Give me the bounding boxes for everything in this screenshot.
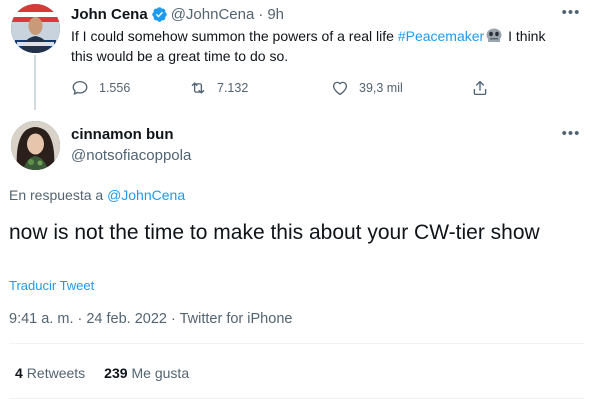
main-author-handle[interactable]: @notsofiacoppola: [71, 147, 191, 164]
retweets-label: Retweets: [26, 365, 86, 381]
alien-monster-emoji-icon: [486, 28, 502, 43]
like-button[interactable]: 39,3 mil: [331, 79, 403, 97]
main-author-name[interactable]: cinnamon bun: [71, 126, 174, 143]
share-button[interactable]: [471, 79, 499, 97]
likes-stat-link[interactable]: 239 Me gusta: [104, 365, 189, 381]
retweet-button[interactable]: 7.132: [189, 79, 248, 97]
parent-author-handle[interactable]: @JohnCena: [171, 6, 255, 23]
main-tweet-text: now is not the time to make this about y…: [9, 221, 540, 244]
reply-mention-link[interactable]: @JohnCena: [107, 187, 185, 203]
retweets-stat-link[interactable]: 4 Retweets: [15, 365, 85, 381]
heart-icon: [332, 81, 348, 96]
tweet-timestamp-source[interactable]: 9:41 a. m. · 24 feb. 2022 · Twitter for …: [9, 311, 292, 327]
tweet-stats: 4 Retweets 239 Me gusta: [15, 365, 189, 381]
peacemaker-hashtag-link[interactable]: #Peacemaker: [398, 28, 484, 44]
share-icon: [473, 80, 487, 96]
parent-text-before: If I could somehow summon the powers of …: [71, 28, 394, 44]
parent-tweet-text: If I could somehow summon the powers of …: [71, 26, 571, 66]
translate-tweet-link[interactable]: Traducir Tweet: [9, 278, 94, 293]
likes-count: 239: [104, 365, 128, 381]
parent-tweet-time[interactable]: 9h: [267, 6, 284, 23]
retweet-icon: [191, 82, 205, 94]
reply-prefix: En respuesta a: [9, 187, 104, 203]
tweet-thread: John Cena @JohnCena · 9h ••• If I could …: [0, 0, 594, 414]
john-cena-avatar[interactable]: [11, 4, 60, 53]
verified-badge-icon: [151, 6, 168, 23]
reply-count: 1.556: [99, 81, 131, 95]
more-options-icon[interactable]: •••: [560, 5, 582, 20]
divider: [9, 398, 584, 399]
thread-connector-line: [34, 55, 36, 110]
like-count: 39,3 mil: [359, 81, 403, 95]
retweet-count: 7.132: [217, 81, 249, 95]
likes-label: Me gusta: [131, 365, 190, 381]
separator-dot: ·: [258, 5, 264, 23]
parent-author-name[interactable]: John Cena: [71, 6, 148, 23]
reply-icon: [72, 80, 88, 95]
more-options-icon[interactable]: •••: [560, 126, 582, 141]
parent-tweet-header: John Cena @JohnCena · 9h: [71, 4, 284, 24]
parent-tweet-actions: 1.556 7.132 39,3 mil: [71, 79, 501, 101]
cinnamon-bun-avatar[interactable]: [11, 121, 60, 170]
reply-context: En respuesta a @JohnCena: [9, 187, 185, 203]
retweets-count: 4: [15, 365, 23, 381]
parent-tweet[interactable]: John Cena @JohnCena · 9h ••• If I could …: [0, 0, 594, 112]
reply-button[interactable]: 1.556: [71, 79, 130, 97]
divider: [9, 343, 584, 344]
